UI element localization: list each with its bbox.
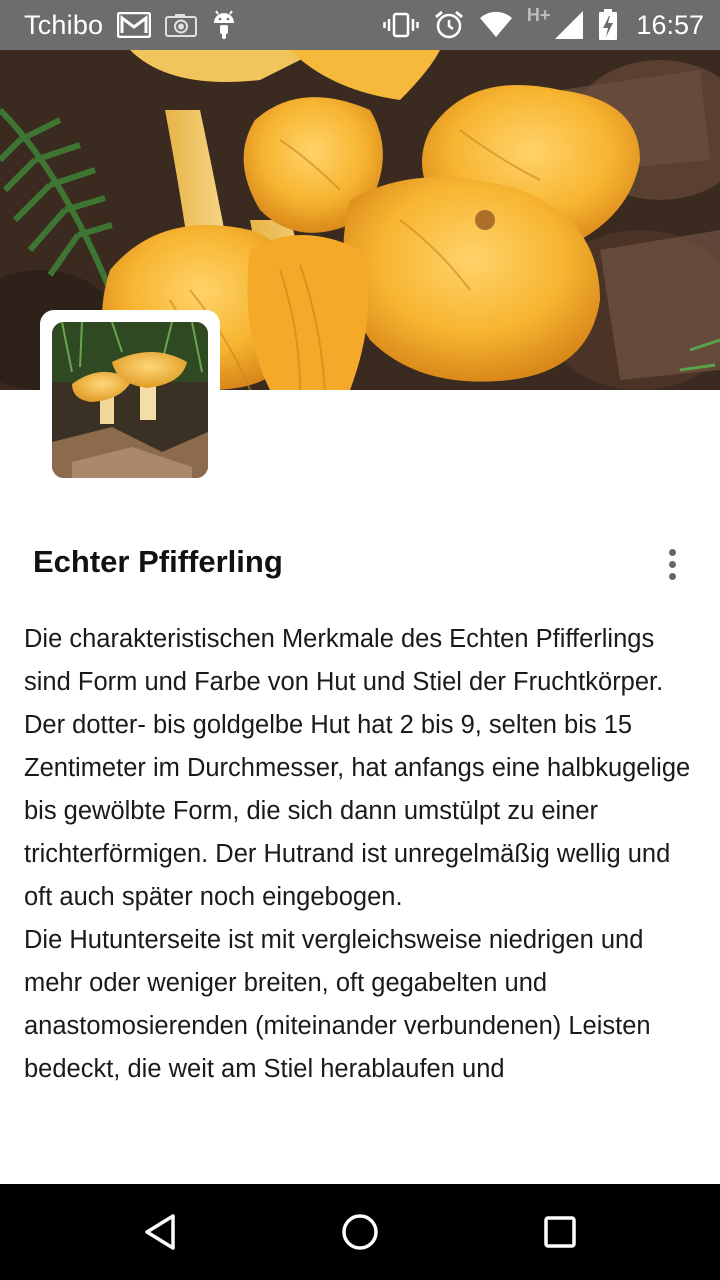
recents-icon — [544, 1216, 576, 1248]
back-button[interactable] — [134, 1206, 186, 1258]
home-icon — [342, 1214, 378, 1250]
paragraph: Die Hutunterseite ist mit vergleichsweis… — [24, 926, 651, 1083]
clock: 16:57 — [636, 9, 704, 40]
page-title: Echter Pfifferling — [33, 544, 283, 579]
status-right: H+ 16:57 — [383, 0, 704, 50]
camera-icon — [165, 13, 198, 37]
paragraph: Die charakteristischen Merkmale des Echt… — [24, 625, 664, 696]
more-vert-icon-dot — [668, 560, 676, 568]
alarm-icon — [433, 9, 465, 41]
paragraph: Der dotter- bis goldgelbe Hut hat 2 bis … — [24, 711, 691, 911]
back-icon — [145, 1214, 175, 1250]
navigation-bar — [0, 1184, 720, 1280]
thumbnail-frame — [40, 310, 220, 490]
vibrate-icon — [383, 11, 419, 39]
status-left: Tchibo — [24, 0, 237, 50]
home-button[interactable] — [334, 1206, 386, 1258]
gmail-icon — [117, 12, 152, 38]
more-vert-icon — [668, 548, 676, 556]
more-options-button[interactable] — [648, 540, 696, 588]
thumbnail-image[interactable] — [52, 322, 208, 478]
screen: Tchibo H+ 16:57 Echter Pfifferling Die c… — [0, 0, 720, 1280]
status-bar: Tchibo H+ 16:57 — [0, 0, 720, 50]
chanterelle-thumbnail-photo — [52, 322, 208, 478]
battery-charging-icon — [598, 9, 618, 41]
android-icon — [211, 10, 237, 40]
more-vert-icon-dot — [668, 572, 676, 580]
network-type-label: H+ — [526, 4, 551, 25]
article-description: Die charakteristischen Merkmale des Echt… — [24, 618, 700, 1091]
recents-button[interactable] — [534, 1206, 586, 1258]
signal-icon — [554, 10, 584, 40]
wifi-icon — [479, 12, 513, 38]
carrier-name: Tchibo — [24, 9, 104, 40]
